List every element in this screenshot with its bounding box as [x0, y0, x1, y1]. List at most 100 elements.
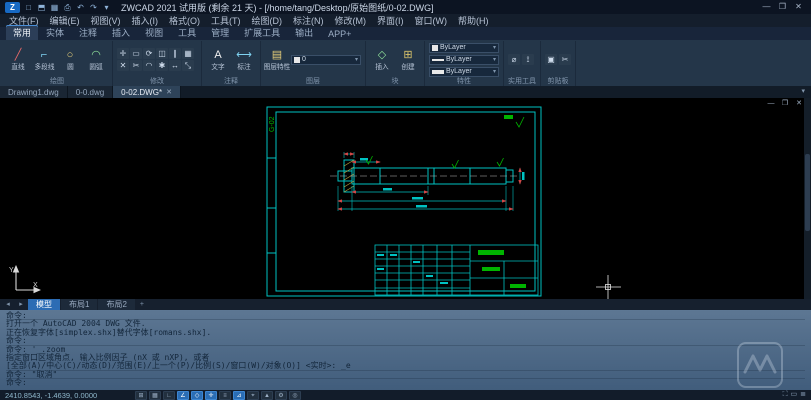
clean-screen-icon[interactable]: ▭ — [791, 390, 798, 400]
trim-icon[interactable]: ✂ — [130, 60, 142, 71]
minimize-button[interactable]: — — [759, 1, 774, 13]
ribbon-tab-solid[interactable]: 实体 — [39, 25, 71, 40]
rotate-icon[interactable]: ⟳ — [143, 48, 155, 59]
command-input-line[interactable]: 命令: — [6, 379, 805, 387]
scrollbar-thumb[interactable] — [805, 154, 810, 230]
fullscreen-icon[interactable]: ⛶ — [783, 390, 788, 400]
close-tab-icon[interactable]: ✕ — [166, 88, 172, 96]
create-block-button[interactable]: ⊞ 创建 — [396, 48, 420, 72]
doc-tab-0-0[interactable]: 0-0.dwg — [68, 86, 113, 98]
zwcad-watermark-logo — [737, 342, 783, 388]
layout-next-icon[interactable]: ▸ — [15, 299, 27, 310]
ribbon-tab-insert[interactable]: 插入 — [105, 25, 137, 40]
mirror-icon[interactable]: ◫ — [156, 48, 168, 59]
mdi-minimize-button[interactable]: — — [765, 99, 777, 109]
paste-icon[interactable]: ▣ — [545, 54, 557, 65]
measure-icon[interactable]: ⌀ — [508, 54, 520, 65]
linetype-dropdown[interactable]: ByLayer ▾ — [429, 55, 499, 65]
command-panel[interactable]: 命令: 打开一个 AutoCAD 2004 DWG 文件. 正在恢复字体[sim… — [0, 310, 811, 390]
command-line: 命令: — [6, 337, 805, 345]
workspace-toggle[interactable]: ⚙ — [275, 391, 287, 400]
lineweight-dropdown[interactable]: ByLayer ▾ — [429, 67, 499, 77]
new-file-icon[interactable]: □ — [23, 2, 34, 13]
layer-dropdown[interactable]: 0 ▾ — [291, 55, 361, 65]
arc-button[interactable]: ◠ 圆弧 — [84, 48, 108, 72]
ribbon-tab-view[interactable]: 视图 — [138, 25, 170, 40]
polyline-icon: ⌐ — [41, 48, 47, 62]
grid-toggle[interactable]: ▦ — [149, 391, 161, 400]
ribbon-tab-manage[interactable]: 管理 — [204, 25, 236, 40]
move-icon[interactable]: ✛ — [117, 48, 129, 59]
ribbon-tab-home[interactable]: 常用 — [6, 25, 38, 40]
drawing-canvas[interactable]: — ❐ ✕ G-02 — [0, 98, 811, 299]
add-layout-icon[interactable]: + — [136, 299, 148, 310]
annotation-toggle[interactable]: ▲ — [261, 391, 273, 400]
doc-tab-0-02[interactable]: 0-02.DWG* ✕ — [113, 86, 181, 98]
scale-icon[interactable]: ⤡ — [182, 60, 194, 71]
tab-layout1[interactable]: 布局1 — [61, 299, 97, 310]
array-icon[interactable]: ▦ — [182, 48, 194, 59]
etrack-toggle[interactable]: ✛ — [205, 391, 217, 400]
erase-icon[interactable]: ✕ — [117, 60, 129, 71]
ribbon-tab-tools[interactable]: 工具 — [171, 25, 203, 40]
qat-more-icon[interactable]: ▾ — [101, 2, 112, 13]
close-button[interactable]: ✕ — [791, 1, 806, 13]
ribbon-tab-annotate[interactable]: 注释 — [72, 25, 104, 40]
esnap-toggle[interactable]: ◇ — [191, 391, 203, 400]
save-icon[interactable]: ▦ — [49, 2, 60, 13]
menu-modify[interactable]: 修改(M) — [335, 14, 367, 27]
maximize-button[interactable]: ❐ — [775, 1, 790, 13]
cut-icon[interactable]: ✂ — [559, 54, 571, 65]
mdi-restore-button[interactable]: ❐ — [779, 99, 791, 109]
app-logo-icon: Z — [5, 2, 20, 13]
plot-icon[interactable]: ⎙ — [62, 2, 73, 13]
polyline-button[interactable]: ⌐ 多段线 — [32, 48, 56, 72]
copy-icon[interactable]: ▭ — [130, 48, 142, 59]
ribbon-tab-app[interactable]: APP+ — [321, 28, 358, 40]
doc-tab-drawing1[interactable]: Drawing1.dwg — [0, 86, 68, 98]
ribbon-tab-express[interactable]: 扩展工具 — [237, 25, 287, 40]
dimension-lines — [338, 154, 520, 209]
line-button[interactable]: ╱ 直线 — [6, 48, 30, 72]
ucs-toggle[interactable]: ⌖ — [247, 391, 259, 400]
ortho-toggle[interactable]: ∟ — [163, 391, 175, 400]
tab-model[interactable]: 模型 — [28, 299, 60, 310]
status-menu-icon[interactable]: ≣ — [800, 390, 806, 400]
dimension-button[interactable]: ⟷ 标注 — [232, 48, 256, 72]
dimension-icon: ⟷ — [236, 48, 252, 62]
menu-help[interactable]: 帮助(H) — [458, 14, 489, 27]
text-button[interactable]: A 文字 — [206, 48, 230, 72]
color-dropdown[interactable]: ByLayer ▾ — [429, 43, 499, 53]
layout-prev-icon[interactable]: ◂ — [2, 299, 14, 310]
chevron-down-icon: ▾ — [355, 56, 358, 63]
chevron-down-icon: ▾ — [493, 44, 496, 51]
ribbon-tab-output[interactable]: 输出 — [288, 25, 320, 40]
ribbon-group-utilities: ⌀ ⟟ 实用工具 — [504, 41, 541, 86]
open-file-icon[interactable]: ⬒ — [36, 2, 47, 13]
command-line: [全部(A)/中心(C)/动态(D)/范围(E)/上一个(P)/比例(S)/窗口… — [6, 362, 805, 370]
lineweight-toggle[interactable]: ≡ — [219, 391, 231, 400]
tab-layout2[interactable]: 布局2 — [98, 299, 134, 310]
polar-toggle[interactable]: ∠ — [177, 391, 189, 400]
dyn-toggle[interactable]: ⊿ — [233, 391, 245, 400]
menu-interface[interactable]: 界面(I) — [377, 14, 404, 27]
undo-icon[interactable]: ↶ — [75, 2, 86, 13]
isolate-toggle[interactable]: ◎ — [289, 391, 301, 400]
offset-icon[interactable]: ∥ — [169, 48, 181, 59]
mdi-close-button[interactable]: ✕ — [793, 99, 805, 109]
layer-properties-button[interactable]: ▤ 图层特性 — [265, 48, 289, 72]
snap-toggle[interactable]: ⊞ — [135, 391, 147, 400]
circle-button[interactable]: ○ 圆 — [58, 48, 82, 72]
menu-window[interactable]: 窗口(W) — [415, 14, 448, 27]
redo-icon[interactable]: ↷ — [88, 2, 99, 13]
arc-icon: ◠ — [91, 48, 101, 62]
tab-list-icon[interactable]: ▾ — [795, 86, 811, 98]
point-icon[interactable]: ⟟ — [522, 54, 534, 65]
explode-icon[interactable]: ✱ — [156, 60, 168, 71]
insert-block-button[interactable]: ◇ 插入 — [370, 48, 394, 72]
zwcad-window: Z □ ⬒ ▦ ⎙ ↶ ↷ ▾ ZWCAD 2021 试用版 (剩余 21 天)… — [0, 0, 811, 400]
fillet-icon[interactable]: ◠ — [143, 60, 155, 71]
stretch-icon[interactable]: ↔ — [169, 60, 181, 71]
ribbon: ╱ 直线 ⌐ 多段线 ○ 圆 ◠ 圆弧 绘图 — [0, 40, 811, 86]
canvas-scrollbar[interactable] — [804, 98, 811, 299]
